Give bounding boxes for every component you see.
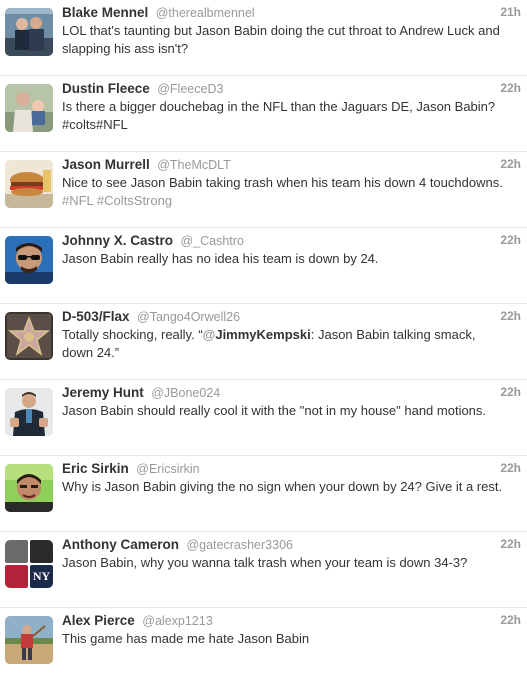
avatar-two-people-icon[interactable] — [5, 8, 53, 56]
tweet-timestamp[interactable]: 22h — [500, 308, 521, 325]
tweet-username[interactable]: @therealbmennel — [156, 6, 255, 20]
tweet-item[interactable]: Blake Mennel @therealbmennel 21h LOL tha… — [0, 0, 527, 76]
tweet-username[interactable]: @_Cashtro — [180, 234, 243, 248]
tweet-fullname[interactable]: Jason Murrell — [62, 157, 150, 172]
avatar-team-logos-grid-icon[interactable]: NY — [5, 540, 53, 588]
tweet-timestamp[interactable]: 21h — [500, 4, 521, 21]
tweet-username[interactable]: @Tango4Orwell26 — [137, 310, 240, 324]
tweet-fullname[interactable]: Eric Sirkin — [62, 461, 129, 476]
tweet-hashtags[interactable]: #NFL #ColtsStrong — [62, 193, 172, 208]
tweet-text: Jason Babin should really cool it with t… — [62, 403, 487, 418]
avatar-man-holding-baby-icon[interactable] — [5, 84, 53, 132]
tweet-username[interactable]: @JBone024 — [151, 386, 220, 400]
tweet-fullname[interactable]: Alex Pierce — [62, 613, 135, 628]
tweet-text: Nice to see Jason Babin taking trash whe… — [62, 174, 521, 210]
tweet-item[interactable]: Johnny X. Castro @_Cashtro 22h Jason Bab… — [0, 228, 527, 304]
tweet-item[interactable]: Dustin Fleece @FleeceD3 22h Is there a b… — [0, 76, 527, 152]
tweet-fullname[interactable]: Anthony Cameron — [62, 537, 179, 552]
avatar-kid-playing-baseball-icon[interactable] — [5, 616, 53, 664]
tweet-text: LOL that's taunting but Jason Babin doin… — [62, 23, 500, 56]
tweet-fullname[interactable]: D-503/Flax — [62, 309, 130, 324]
tweet-timestamp[interactable]: 22h — [500, 80, 521, 97]
avatar-burger-icon[interactable] — [5, 160, 53, 208]
tweet-timestamp[interactable]: 22h — [500, 156, 521, 173]
tweet-item[interactable]: Jason Murrell @TheMcDLT 22h Nice to see … — [0, 152, 527, 228]
tweet-text-before: Totally shocking, really. “ — [62, 327, 203, 342]
mention-link[interactable]: JimmyKempski — [215, 327, 310, 342]
tweet-fullname[interactable]: Johnny X. Castro — [62, 233, 173, 248]
tweet-username[interactable]: @Ericsirkin — [136, 462, 199, 476]
tweet-timestamp[interactable]: 22h — [500, 232, 521, 249]
tweet-item[interactable]: Alex Pierce @alexp1213 22h This game has… — [0, 608, 527, 679]
avatar-man-in-jacket-icon[interactable] — [5, 388, 53, 436]
tweet-text: Why is Jason Babin giving the no sign wh… — [62, 479, 503, 494]
tweet-text: Totally shocking, really. “@JimmyKempski… — [62, 326, 521, 362]
yankees-logo-icon: NY — [30, 565, 53, 588]
tweet-username[interactable]: @FleeceD3 — [157, 82, 223, 96]
tweet-timestamp[interactable]: 22h — [500, 460, 521, 477]
tweet-item[interactable]: Jeremy Hunt @JBone024 22h Jason Babin sh… — [0, 380, 527, 456]
avatar-man-portrait-icon[interactable] — [5, 464, 53, 512]
tweet-timestamp[interactable]: 22h — [500, 384, 521, 401]
tweet-timestamp[interactable]: 22h — [500, 536, 521, 553]
mention-at-sign[interactable]: @ — [203, 327, 216, 342]
tweet-text: Is there a bigger douchebag in the NFL t… — [62, 99, 496, 132]
tweet-item[interactable]: D-503/Flax @Tango4Orwell26 22h Totally s… — [0, 304, 527, 380]
tweet-text: Jason Babin, why you wanna talk trash wh… — [62, 555, 468, 570]
avatar-man-with-sunglasses-icon[interactable] — [5, 236, 53, 284]
tweet-text: Jason Babin really has no idea his team … — [62, 251, 379, 266]
tweet-item[interactable]: Eric Sirkin @Ericsirkin 22h Why is Jason… — [0, 456, 527, 532]
tweet-feed: Blake Mennel @therealbmennel 21h LOL tha… — [0, 0, 527, 679]
tweet-fullname[interactable]: Jeremy Hunt — [62, 385, 144, 400]
tweet-username[interactable]: @alexp1213 — [142, 614, 212, 628]
tweet-username[interactable]: @gatecrasher3306 — [186, 538, 293, 552]
tweet-item[interactable]: NY Anthony Cameron @gatecrasher3306 22h … — [0, 532, 527, 608]
tweet-fullname[interactable]: Dustin Fleece — [62, 81, 150, 96]
tweet-timestamp[interactable]: 22h — [500, 612, 521, 629]
tweet-username[interactable]: @TheMcDLT — [157, 158, 231, 172]
tweet-text: This game has made me hate Jason Babin — [62, 631, 310, 646]
tweet-fullname[interactable]: Blake Mennel — [62, 5, 148, 20]
tweet-text-body: Nice to see Jason Babin taking trash whe… — [62, 175, 503, 190]
avatar-walk-of-fame-star-icon[interactable] — [5, 312, 53, 360]
